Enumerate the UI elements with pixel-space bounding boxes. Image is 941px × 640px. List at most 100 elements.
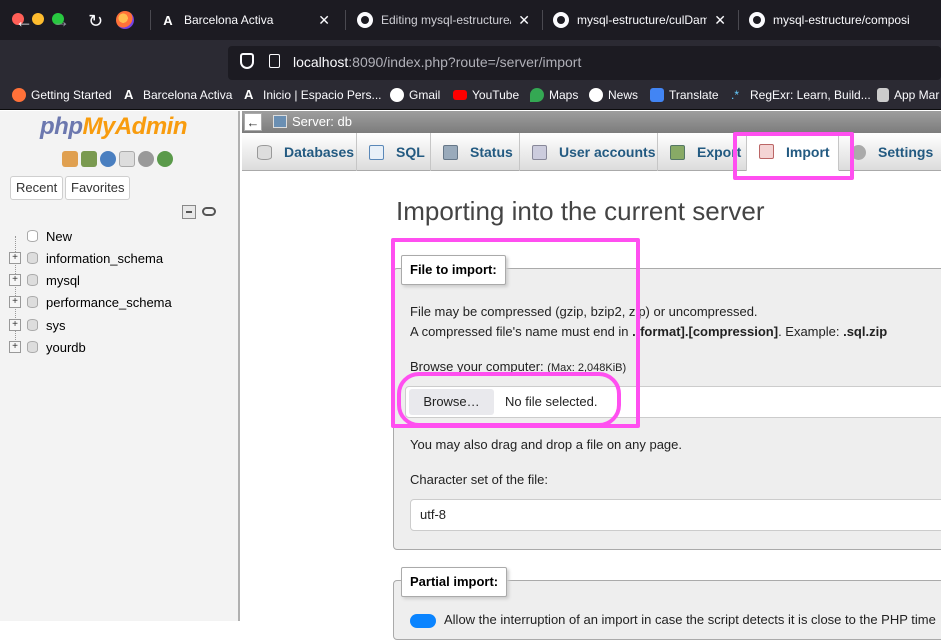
expand-icon[interactable]: + bbox=[9, 341, 21, 353]
database-icon bbox=[27, 319, 38, 331]
shield-icon[interactable] bbox=[240, 53, 254, 69]
docs-icon[interactable] bbox=[119, 151, 135, 167]
tab-barcelona-activa[interactable]: A Barcelona Activa ✕ bbox=[160, 0, 340, 40]
nav-icon-row bbox=[62, 151, 173, 167]
charset-label: Character set of the file: bbox=[410, 472, 549, 487]
server-icon bbox=[273, 115, 287, 128]
firefox-icon bbox=[12, 88, 26, 102]
document-icon bbox=[877, 88, 889, 102]
allow-interrupt-label: Allow the interruption of an import in c… bbox=[444, 612, 936, 627]
barcelona-activa-icon: A bbox=[124, 87, 134, 102]
charset-select[interactable]: utf-8 bbox=[410, 499, 941, 531]
no-file-label: No file selected. bbox=[505, 394, 598, 409]
help-icon[interactable] bbox=[100, 151, 116, 167]
tab-user-accounts[interactable]: User accounts bbox=[520, 133, 658, 171]
google-icon bbox=[589, 88, 603, 102]
partial-import-legend: Partial import: bbox=[401, 567, 508, 597]
tree-item-performance-schema[interactable]: + performance_schema bbox=[9, 292, 172, 312]
bookmark-barcelona-activa[interactable]: A Barcelona Activa bbox=[124, 87, 232, 103]
home-icon[interactable] bbox=[62, 151, 78, 167]
translate-icon bbox=[650, 88, 664, 102]
logout-icon[interactable] bbox=[81, 151, 97, 167]
database-icon bbox=[27, 274, 38, 286]
github-icon bbox=[553, 12, 569, 28]
tree-item-sys[interactable]: + sys bbox=[9, 315, 66, 335]
tab-import[interactable]: Import bbox=[747, 133, 839, 171]
sql-icon bbox=[369, 144, 384, 160]
tab-sql[interactable]: SQL bbox=[357, 133, 431, 171]
browse-button[interactable]: Browse… bbox=[409, 389, 494, 415]
close-tab-icon[interactable]: ✕ bbox=[714, 12, 726, 29]
bookmark-news[interactable]: News bbox=[589, 88, 638, 102]
drag-drop-hint: You may also drag and drop a file on any… bbox=[410, 437, 682, 452]
tab-status[interactable]: Status bbox=[431, 133, 520, 171]
back-arrow-icon[interactable]: ← bbox=[15, 11, 33, 31]
tab-separator bbox=[738, 10, 739, 30]
tab-separator bbox=[345, 10, 346, 30]
status-icon bbox=[443, 144, 458, 160]
database-icon bbox=[27, 296, 38, 308]
google-icon bbox=[390, 88, 404, 102]
bookmark-app-mar[interactable]: App Mar bbox=[877, 88, 939, 102]
bookmark-translate[interactable]: Translate bbox=[650, 88, 719, 102]
expand-icon[interactable]: + bbox=[9, 296, 21, 308]
page-title: Importing into the current server bbox=[396, 196, 765, 226]
minimize-window-button[interactable] bbox=[32, 13, 44, 25]
firefox-icon[interactable] bbox=[116, 11, 134, 29]
url-text[interactable]: localhost:8090/index.php?route=/server/i… bbox=[293, 54, 581, 70]
tab-separator bbox=[150, 10, 151, 30]
barcelona-activa-icon: A bbox=[163, 12, 173, 28]
github-icon bbox=[749, 12, 765, 28]
tab-mysql-culdamp[interactable]: mysql-estructure/culDamp ✕ bbox=[553, 0, 738, 40]
export-icon bbox=[670, 144, 685, 160]
bookmark-gmail[interactable]: Gmail bbox=[390, 88, 440, 102]
compress-info: File may be compressed (gzip, bzip2, zip… bbox=[410, 304, 758, 319]
server-breadcrumb[interactable]: Server: db bbox=[292, 114, 352, 129]
file-import-legend: File to import: bbox=[401, 255, 506, 285]
database-icon bbox=[27, 341, 38, 353]
reload-icon[interactable] bbox=[157, 151, 173, 167]
tab-editing-mysql[interactable]: Editing mysql-estructure/R ✕ bbox=[357, 0, 542, 40]
expand-icon[interactable]: + bbox=[9, 274, 21, 286]
collapse-all-icon[interactable] bbox=[182, 205, 196, 219]
youtube-icon bbox=[453, 90, 467, 100]
bookmark-getting-started[interactable]: Getting Started bbox=[12, 88, 112, 102]
tree-item-information-schema[interactable]: + information_schema bbox=[9, 248, 163, 268]
tree-item-new[interactable]: New bbox=[9, 226, 72, 246]
tab-databases[interactable]: Databases bbox=[245, 133, 357, 171]
phpmyadmin-logo[interactable]: phpMyAdmin bbox=[40, 113, 187, 141]
page-info-icon[interactable] bbox=[269, 54, 280, 68]
tab-recent[interactable]: Recent bbox=[10, 176, 64, 200]
reload-icon[interactable]: ↻ bbox=[88, 11, 103, 31]
barcelona-activa-icon: A bbox=[244, 87, 254, 102]
tab-favorites[interactable]: Favorites bbox=[65, 176, 131, 200]
tab-settings[interactable]: Settings bbox=[839, 133, 941, 171]
users-icon bbox=[532, 144, 547, 160]
close-tab-icon[interactable]: ✕ bbox=[518, 12, 530, 29]
tab-separator bbox=[542, 10, 543, 30]
tab-export[interactable]: Export bbox=[658, 133, 747, 171]
expand-icon[interactable]: + bbox=[9, 319, 21, 331]
tree-item-yourdb[interactable]: + yourdb bbox=[9, 337, 86, 357]
filename-info: A compressed file's name must end in .[f… bbox=[410, 324, 888, 339]
github-icon bbox=[357, 12, 373, 28]
tab-mysql-composi[interactable]: mysql-estructure/composi bbox=[749, 0, 941, 40]
new-database-icon bbox=[27, 230, 38, 242]
database-icon bbox=[27, 252, 38, 264]
bookmark-youtube[interactable]: YouTube bbox=[453, 88, 519, 102]
bookmark-maps[interactable]: Maps bbox=[530, 88, 578, 102]
browse-label: Browse your computer: (Max: 2,048KiB) bbox=[410, 359, 627, 374]
allow-interrupt-toggle[interactable] bbox=[410, 614, 436, 628]
bookmark-inicio[interactable]: A Inicio | Espacio Pers... bbox=[244, 87, 382, 103]
back-arrow-icon[interactable]: ← bbox=[244, 113, 262, 131]
bookmark-regexr[interactable]: .* RegExr: Learn, Build... bbox=[731, 88, 871, 102]
import-icon bbox=[759, 144, 774, 159]
tree-item-mysql[interactable]: + mysql bbox=[9, 270, 80, 290]
wrench-icon bbox=[851, 144, 866, 160]
database-icon bbox=[257, 144, 272, 160]
forward-arrow-icon[interactable]: → bbox=[52, 11, 70, 31]
gear-icon[interactable] bbox=[138, 151, 154, 167]
close-tab-icon[interactable]: ✕ bbox=[318, 12, 330, 29]
link-icon[interactable] bbox=[202, 207, 216, 216]
expand-icon[interactable]: + bbox=[9, 252, 21, 264]
